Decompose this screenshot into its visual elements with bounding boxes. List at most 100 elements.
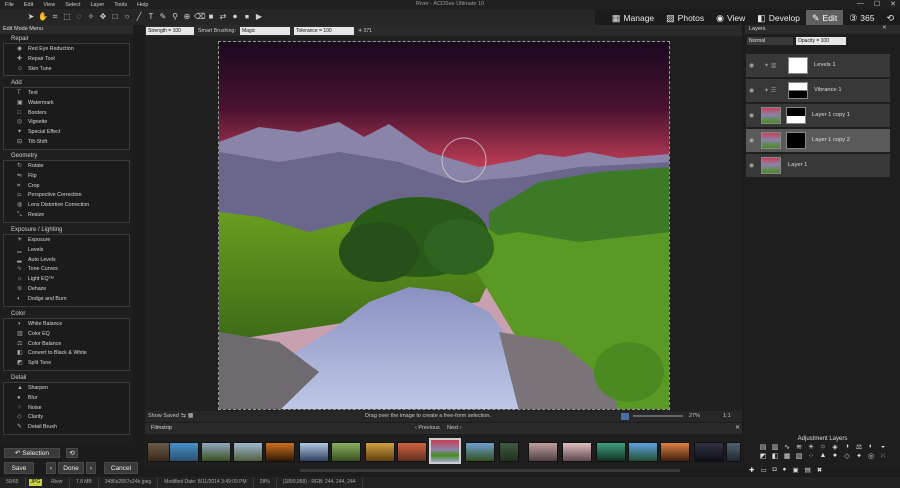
menu-item-sharpen[interactable]: ▲ Sharpen xyxy=(4,384,129,394)
smart-brushing-select[interactable]: Magic xyxy=(239,26,290,35)
layer-row[interactable]: ◉ ✦ ▥ Levels 1 xyxy=(746,54,890,78)
menu-view[interactable]: View xyxy=(38,2,60,8)
delete-icon[interactable]: ✖ xyxy=(817,466,822,474)
zoom-slider[interactable] xyxy=(633,415,683,417)
play-icon[interactable]: ▶ xyxy=(254,12,264,22)
menu-item-flip[interactable]: ⇋ Flip xyxy=(4,172,129,182)
menu-item-crop[interactable]: ⌗ Crop xyxy=(4,182,129,192)
layer-row[interactable]: ◉ Layer 1 copy 1 xyxy=(746,104,890,128)
visibility-eye-icon[interactable]: ◉ xyxy=(749,162,754,169)
eyedropper-icon[interactable]: ⚲ xyxy=(170,12,180,22)
lasso-tool-icon[interactable]: ◌ xyxy=(74,12,84,22)
landscape-photo[interactable] xyxy=(218,41,670,410)
filmstrip-thumb[interactable] xyxy=(365,442,395,462)
text-tool-icon[interactable]: T xyxy=(146,12,156,22)
close-icon[interactable]: ✕ xyxy=(890,0,896,8)
blend-mode-select[interactable]: Normal xyxy=(747,37,793,45)
menu-item-perspective[interactable]: ⏢ Perspective Correction xyxy=(4,191,129,201)
eraser-tool-icon[interactable]: ⌫ xyxy=(194,12,205,22)
add-layer-icon[interactable]: ✚ xyxy=(749,466,754,474)
tab-manage[interactable]: ▦ Manage xyxy=(606,10,660,26)
filmstrip-thumb[interactable] xyxy=(265,442,295,462)
group-icon[interactable]: ▭ xyxy=(760,466,766,474)
minimize-icon[interactable]: — xyxy=(857,0,864,8)
previous-button[interactable]: ‹ Previous xyxy=(415,425,440,431)
menu-item-lens-distortion[interactable]: ◍ Lens Distortion Correction xyxy=(4,201,129,211)
dehaze-icon[interactable]: ≋ xyxy=(793,443,805,451)
filmstrip-thumb[interactable] xyxy=(169,442,199,462)
merge-icon[interactable]: ▤ xyxy=(805,466,811,474)
menu-edit[interactable]: Edit xyxy=(19,2,38,8)
menu-item-clarity[interactable]: ◇ Clarity xyxy=(4,413,129,423)
save-button[interactable]: Save xyxy=(4,462,34,474)
menu-layer[interactable]: Layer xyxy=(85,2,109,8)
threshold-icon[interactable]: ▧ xyxy=(793,452,805,460)
grain-icon[interactable]: ⁙ xyxy=(877,452,889,460)
menu-item-convert-bw[interactable]: ◧ Convert to Black & White xyxy=(4,349,129,359)
menu-item-color-balance[interactable]: ⚖ Color Balance xyxy=(4,340,129,350)
menu-item-auto-levels[interactable]: ▂ Auto Levels xyxy=(4,256,129,266)
menu-item-detail-brush[interactable]: ✎ Detail Brush xyxy=(4,423,129,433)
levels-icon[interactable]: ▤ xyxy=(757,443,769,451)
done-button[interactable]: Done xyxy=(58,462,84,474)
menu-item-text[interactable]: T Text xyxy=(4,89,129,99)
layer-row[interactable]: ◉ ✦ ☰ Vibrance 1 xyxy=(746,79,890,103)
tab-365[interactable]: ③ 365 xyxy=(843,10,880,26)
crop-tool-icon[interactable]: ⌗ xyxy=(50,12,60,22)
filmstrip-thumb[interactable] xyxy=(201,442,231,462)
tab-develop[interactable]: ◧ Develop xyxy=(751,10,806,26)
menu-item-vignette[interactable]: ◎ Vignette xyxy=(4,118,129,128)
tab-photos[interactable]: ▨ Photos xyxy=(660,10,710,26)
photo-filter-icon[interactable]: ◒ xyxy=(877,443,889,451)
posterize-icon[interactable]: ▦ xyxy=(781,452,793,460)
menu-item-tilt-shift[interactable]: ⊟ Tilt-Shift xyxy=(4,138,129,148)
color-balance-icon[interactable]: ⚖ xyxy=(853,443,865,451)
clone-tool-icon[interactable]: ⊕ xyxy=(182,12,192,22)
menu-item-exposure[interactable]: ☀ Exposure xyxy=(4,236,129,246)
filmstrip-thumb[interactable] xyxy=(660,442,690,462)
menu-item-noise[interactable]: ⁘ Noise xyxy=(4,404,129,414)
menu-item-special-effect[interactable]: ✦ Special Effect xyxy=(4,128,129,138)
sync-button[interactable]: ⟲ xyxy=(880,10,900,26)
layer-row[interactable]: ◉ Layer 1 xyxy=(746,154,890,178)
filmstrip-thumb[interactable] xyxy=(233,442,263,462)
prev-image-button[interactable]: ‹ xyxy=(46,462,56,474)
auto-levels-icon[interactable]: ▥ xyxy=(769,443,781,451)
close-filmstrip-icon[interactable]: ✕ xyxy=(735,424,740,431)
vignette-icon[interactable]: ◎ xyxy=(865,452,877,460)
visibility-eye-icon[interactable]: ◉ xyxy=(749,62,754,69)
layer-row-selected[interactable]: ◉ Layer 1 copy 2 xyxy=(746,129,890,153)
filmstrip-thumb[interactable] xyxy=(628,442,658,462)
menu-item-watermark[interactable]: ▣ Watermark xyxy=(4,99,129,109)
menu-item-rotate[interactable]: ↻ Rotate xyxy=(4,162,129,172)
exposure-icon[interactable]: ☀ xyxy=(805,443,817,451)
filmstrip-thumb[interactable] xyxy=(465,442,495,462)
tab-edit[interactable]: ✎ Edit xyxy=(805,10,844,26)
menu-item-tone-curves[interactable]: ∿ Tone Curves xyxy=(4,265,129,275)
menu-help[interactable]: Help xyxy=(132,2,153,8)
actual-size-button[interactable]: 1:1 xyxy=(723,413,731,419)
next-button[interactable]: Next › xyxy=(447,425,462,431)
filmstrip-thumb[interactable] xyxy=(499,442,519,462)
pointer-tool-icon[interactable]: ➤ xyxy=(26,12,36,22)
filmstrip-thumb[interactable] xyxy=(528,442,558,462)
rect-tool-icon[interactable]: □ xyxy=(110,12,120,22)
menu-item-borders[interactable]: □ Borders xyxy=(4,109,129,119)
record-icon[interactable]: ⏺ xyxy=(230,12,240,22)
compare-icon[interactable]: ⇆ ▦ xyxy=(181,412,193,419)
line-tool-icon[interactable]: ╱ xyxy=(134,12,144,22)
opacity-field[interactable]: Opacity = 100 xyxy=(796,37,846,45)
stop-icon[interactable]: ⏹ xyxy=(242,12,252,22)
menu-item-red-eye[interactable]: ◉ Red Eye Reduction xyxy=(4,45,129,55)
menu-item-dodge-burn[interactable]: ◐ Dodge and Burn xyxy=(4,295,129,305)
fx-icon[interactable]: ● xyxy=(783,466,787,474)
menu-item-white-balance[interactable]: ◑ White Balance xyxy=(4,320,129,330)
menu-item-dehaze[interactable]: ≋ Dehaze xyxy=(4,285,129,295)
filmstrip-thumb[interactable] xyxy=(562,442,592,462)
filmstrip-thumb[interactable] xyxy=(596,442,626,462)
show-saved-toggle[interactable]: Show Saved xyxy=(148,413,179,419)
visibility-eye-icon[interactable]: ◉ xyxy=(749,112,754,119)
color-swatch-icon[interactable]: ■ xyxy=(206,12,216,22)
split-tone-icon[interactable]: ◩ xyxy=(757,452,769,460)
fit-icon[interactable] xyxy=(621,413,629,420)
